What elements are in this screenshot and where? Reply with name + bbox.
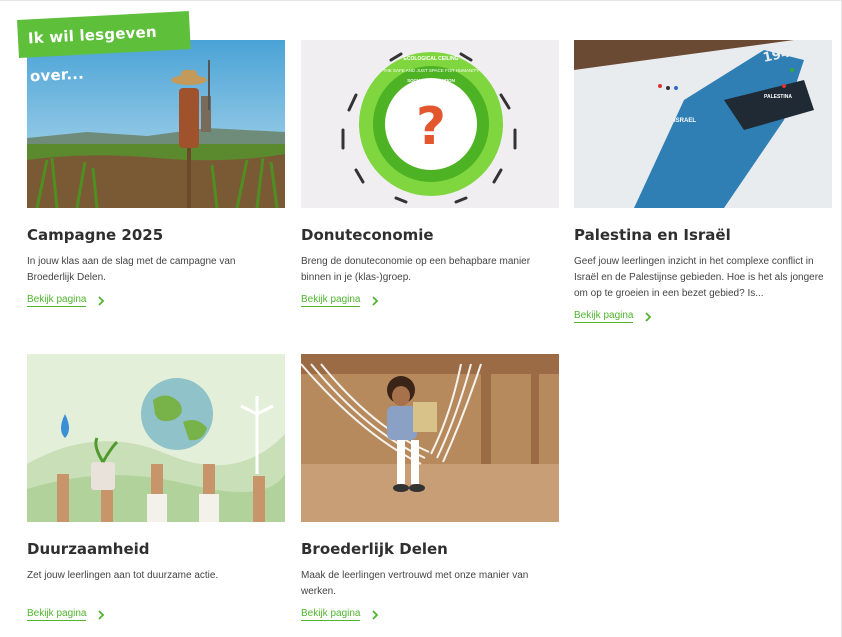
chevron-right-icon [98,609,105,620]
view-page-link-label: Bekijk pagina [301,294,361,307]
view-page-link[interactable]: Bekijk pagina [301,608,380,621]
view-page-link[interactable]: Bekijk pagina [27,608,106,621]
card-description: In jouw klas aan de slag met de campagne… [27,256,236,283]
map-label-palestina: PALESTINA [764,94,792,100]
chevron-right-icon [645,311,652,322]
view-page-link-label: Bekijk pagina [27,294,87,307]
view-page-link-label: Bekijk pagina [301,608,361,621]
card-title: Donuteconomie [301,226,434,244]
card-title: Broederlijk Delen [301,540,448,558]
map-label-israel: ISRAEL [674,118,696,124]
card-title: Campagne 2025 [27,226,164,244]
card-duurzaamheid: Duurzaamheid Zet jouw leerlingen aan tot… [27,354,285,621]
ring-base-label: SOCIAL FOUNDATION [407,78,455,83]
map-image[interactable]: 1948-1949 PALESTINA ISRAEL [574,40,832,208]
ring-inner-label: THE SAFE AND JUST SPACE FOR HUMANITY [383,68,480,73]
card-palestina-israel: 1948-1949 PALESTINA ISRAEL Palestina en … [574,40,832,323]
card-title: Duurzaamheid [27,540,150,558]
card-donuteconomie: ECOLOGICAL CEILING THE SAFE AND JUST SPA… [301,40,559,307]
card-description: Maak de leerlingen vertrouwd met onze ma… [301,570,529,597]
view-page-link-label: Bekijk pagina [574,310,634,323]
view-page-link[interactable]: Bekijk pagina [301,294,380,307]
sustainability-hands-image[interactable] [27,354,285,522]
chevron-right-icon [98,295,105,306]
question-mark-label: ? [416,97,446,157]
donut-model-image[interactable]: ECOLOGICAL CEILING THE SAFE AND JUST SPA… [301,40,559,208]
view-page-link-label: Bekijk pagina [27,608,87,621]
view-page-link[interactable]: Bekijk pagina [27,294,106,307]
card-title: Palestina en Israël [574,226,731,244]
card-description: Zet jouw leerlingen aan tot duurzame act… [27,570,219,581]
chevron-right-icon [372,295,379,306]
card-description: Breng de donuteconomie op een behapbare … [301,256,531,283]
view-page-link[interactable]: Bekijk pagina [574,310,653,323]
ring-outer-label: ECOLOGICAL CEILING [404,56,459,62]
card-description: Geef jouw leerlingen inzicht in het comp… [574,256,824,299]
girl-hammock-image[interactable] [301,354,559,522]
chevron-right-icon [372,609,379,620]
card-broederlijk-delen: Broederlijk Delen Maak de leerlingen ver… [301,354,559,621]
